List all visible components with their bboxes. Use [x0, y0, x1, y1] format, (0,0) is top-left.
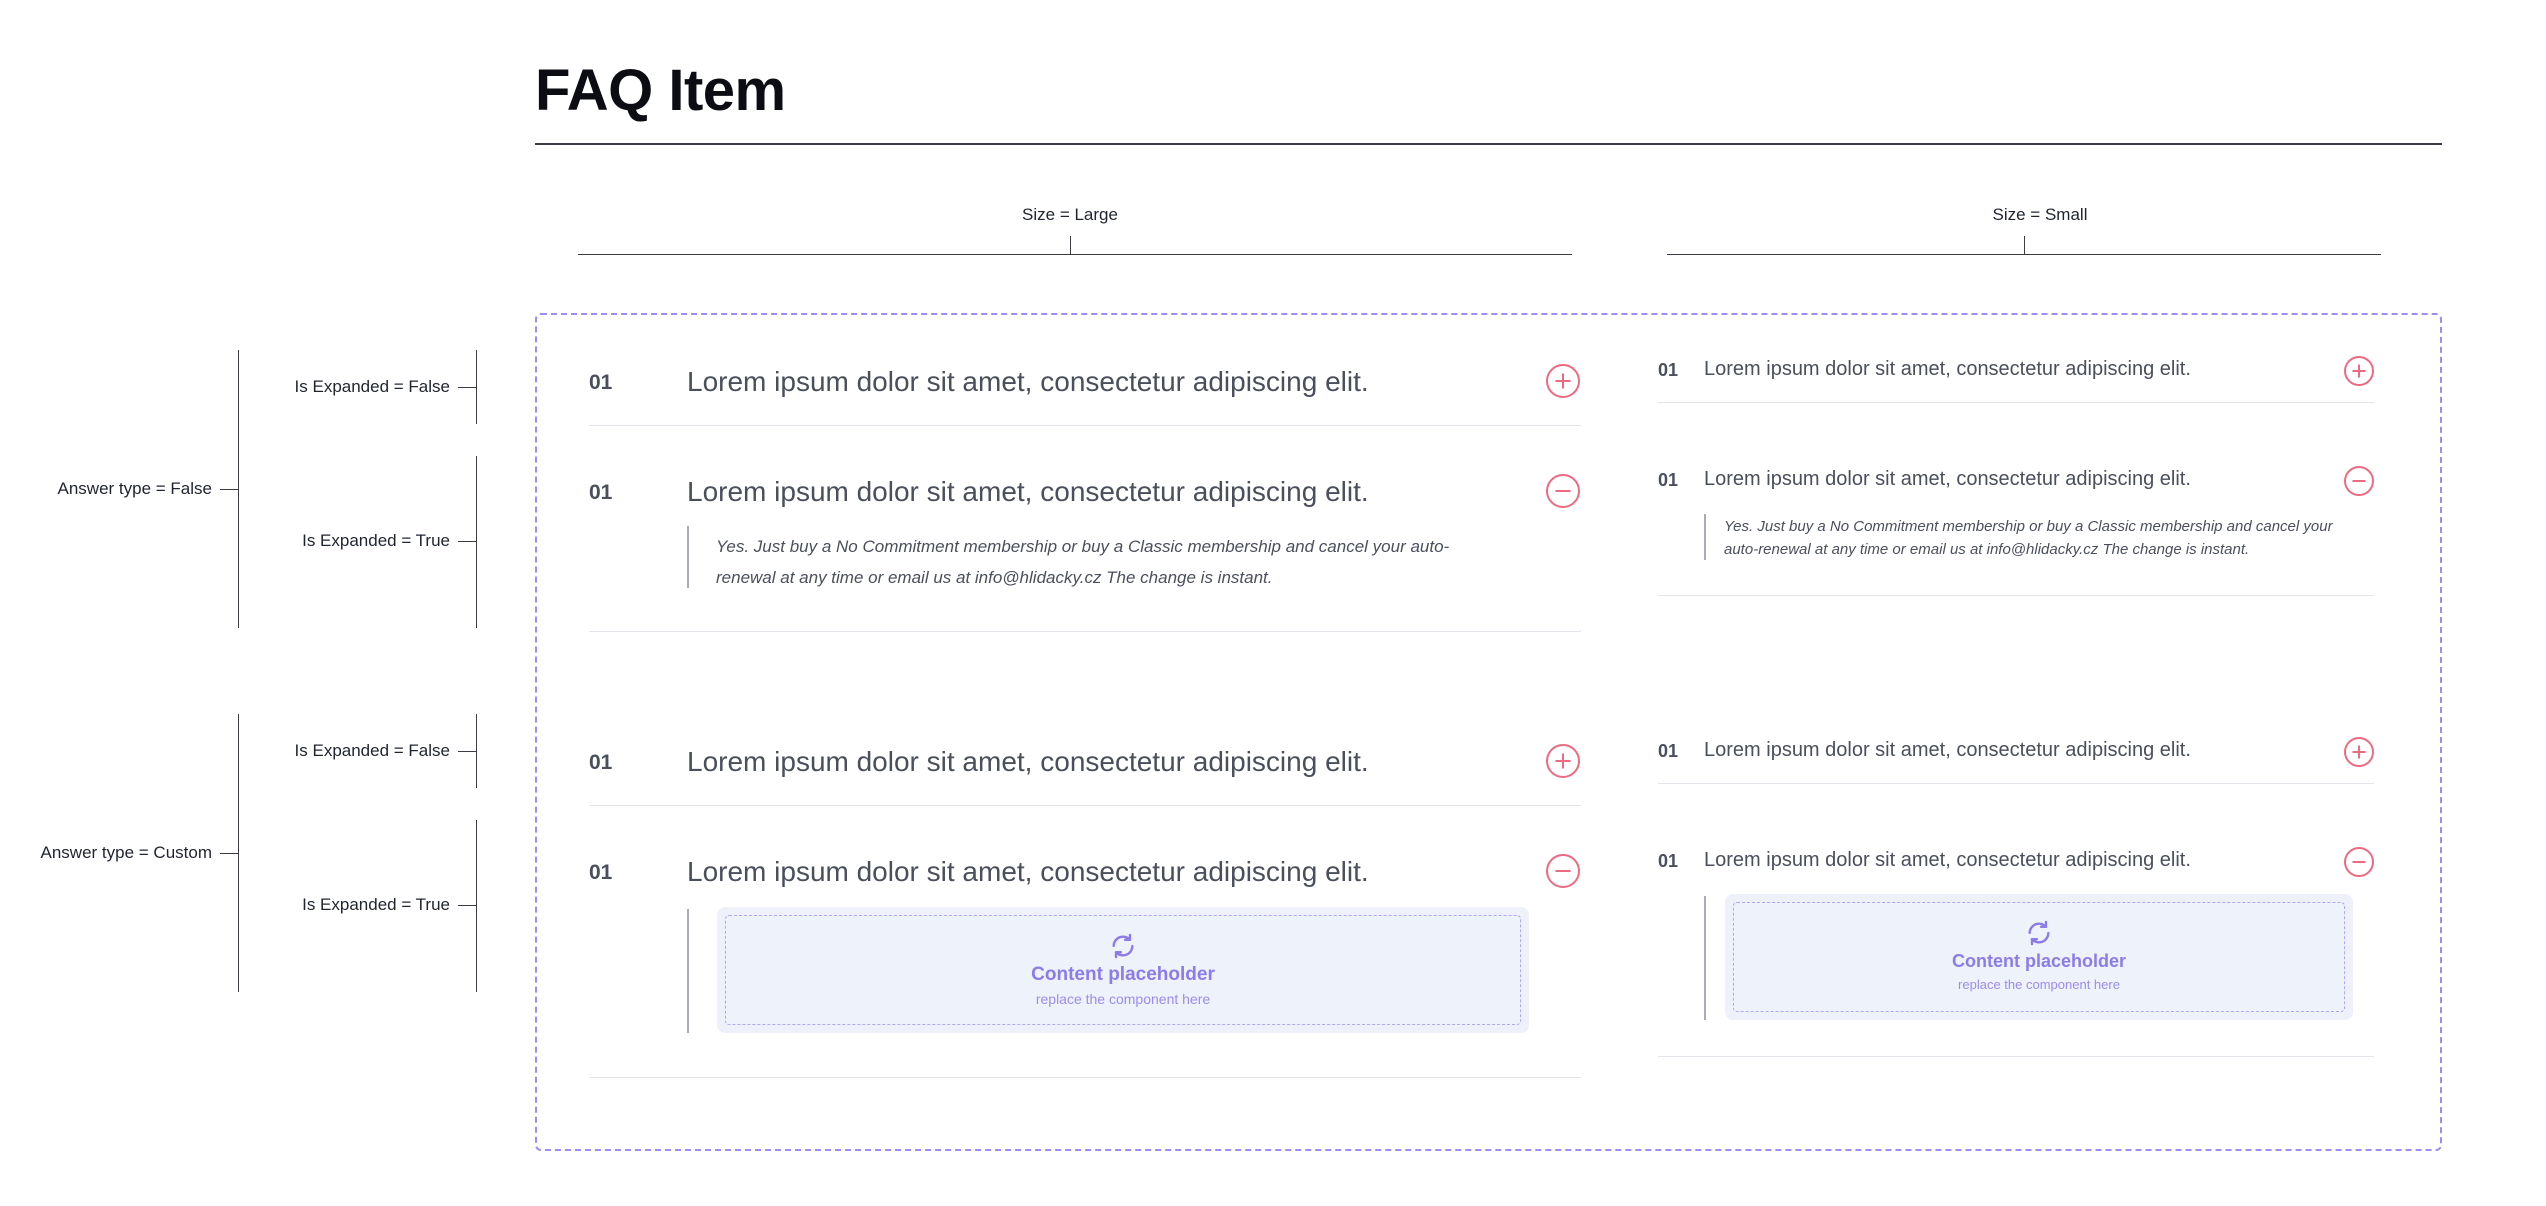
refresh-icon — [2028, 920, 2050, 946]
faq-divider — [589, 1077, 1581, 1078]
content-placeholder-inner: Content placeholder replace the componen… — [725, 915, 1521, 1025]
faq-question[interactable]: Lorem ipsum dolor sit amet, consectetur … — [1704, 358, 2191, 381]
faq-divider — [1658, 783, 2374, 784]
answer-bar — [1704, 514, 1706, 560]
column-label-large: Size = Large — [1022, 205, 1118, 224]
faq-number: 01 — [1658, 741, 1679, 761]
faq-number: 01 — [589, 861, 613, 884]
annotation-bracket — [476, 456, 477, 628]
annotation-connector — [458, 751, 476, 752]
faq-question[interactable]: Lorem ipsum dolor sit amet, consectetur … — [687, 856, 1369, 888]
plus-icon[interactable] — [1546, 364, 1580, 398]
title-divider — [535, 143, 2442, 145]
faq-answer: Yes. Just buy a No Commitment membership… — [716, 531, 1449, 593]
annotation-answer-custom: Answer type = Custom — [40, 843, 213, 862]
column-bracket-small — [1667, 254, 2381, 255]
faq-number: 01 — [589, 371, 613, 394]
content-placeholder-inner: Content placeholder replace the componen… — [1733, 902, 2345, 1012]
column-bracket-tick-large — [1070, 236, 1071, 254]
content-placeholder-subtitle: replace the component here — [1958, 977, 2120, 992]
page-title: FAQ Item — [535, 58, 786, 123]
annotation-connector — [458, 541, 476, 542]
faq-divider — [1658, 1056, 2374, 1057]
content-placeholder-title: Content placeholder — [1951, 951, 2126, 971]
faq-divider — [589, 631, 1581, 632]
minus-icon[interactable] — [1546, 854, 1580, 888]
annotation-expanded-false-2: Is Expanded = False — [294, 741, 450, 760]
column-bracket-large — [578, 254, 1572, 255]
content-placeholder-title: Content placeholder — [1031, 964, 1215, 985]
faq-number: 01 — [589, 751, 613, 774]
plus-icon[interactable] — [2344, 737, 2374, 767]
annotation-bracket — [476, 714, 477, 788]
faq-divider — [589, 805, 1581, 806]
refresh-icon — [1112, 933, 1134, 959]
minus-icon[interactable] — [1546, 474, 1580, 508]
annotation-expanded-false-1: Is Expanded = False — [294, 377, 450, 396]
faq-question[interactable]: Lorem ipsum dolor sit amet, consectetur … — [687, 476, 1369, 508]
minus-icon[interactable] — [2344, 466, 2374, 496]
faq-answer-line: renewal at any time or email us at info@… — [716, 568, 1273, 587]
answer-bar — [687, 909, 689, 1033]
faq-number: 01 — [1658, 851, 1679, 871]
faq-divider — [1658, 402, 2374, 403]
faq-answer: Yes. Just buy a No Commitment membership… — [1724, 515, 2333, 561]
faq-question[interactable]: Lorem ipsum dolor sit amet, consectetur … — [1704, 849, 2191, 872]
column-label-small: Size = Small — [1992, 205, 2088, 224]
plus-icon[interactable] — [2344, 356, 2374, 386]
plus-icon[interactable] — [1546, 744, 1580, 778]
annotation-answer-false: Answer type = False — [57, 479, 213, 498]
column-bracket-tick-small — [2024, 236, 2025, 254]
annotation-bracket — [476, 350, 477, 424]
annotation-connector — [458, 387, 476, 388]
content-placeholder: Content placeholder replace the componen… — [1725, 894, 2353, 1020]
answer-bar — [1704, 896, 1706, 1020]
faq-question[interactable]: Lorem ipsum dolor sit amet, consectetur … — [1704, 468, 2191, 491]
annotation-expanded-true-2: Is Expanded = True — [302, 895, 450, 914]
faq-answer-line: Yes. Just buy a No Commitment membership… — [1724, 518, 2333, 535]
faq-divider — [589, 425, 1581, 426]
answer-bar — [687, 526, 689, 588]
faq-number: 01 — [1658, 470, 1679, 490]
faq-question[interactable]: Lorem ipsum dolor sit amet, consectetur … — [687, 746, 1369, 778]
content-placeholder: Content placeholder replace the componen… — [717, 907, 1529, 1033]
faq-answer-line: Yes. Just buy a No Commitment membership… — [716, 537, 1450, 556]
faq-number: 01 — [589, 481, 613, 504]
annotation-bracket — [476, 820, 477, 992]
annotation-connector — [220, 489, 238, 490]
annotation-connector — [220, 853, 238, 854]
annotation-expanded-true-1: Is Expanded = True — [302, 531, 450, 550]
faq-divider — [1658, 595, 2374, 596]
annotation-connector — [458, 905, 476, 906]
faq-question[interactable]: Lorem ipsum dolor sit amet, consectetur … — [687, 366, 1369, 398]
faq-question[interactable]: Lorem ipsum dolor sit amet, consectetur … — [1704, 739, 2191, 762]
content-placeholder-subtitle: replace the component here — [1035, 991, 1211, 1007]
faq-answer-line: auto-renewal at any time or email us at … — [1724, 541, 2250, 558]
minus-icon[interactable] — [2344, 847, 2374, 877]
faq-number: 01 — [1658, 360, 1679, 380]
